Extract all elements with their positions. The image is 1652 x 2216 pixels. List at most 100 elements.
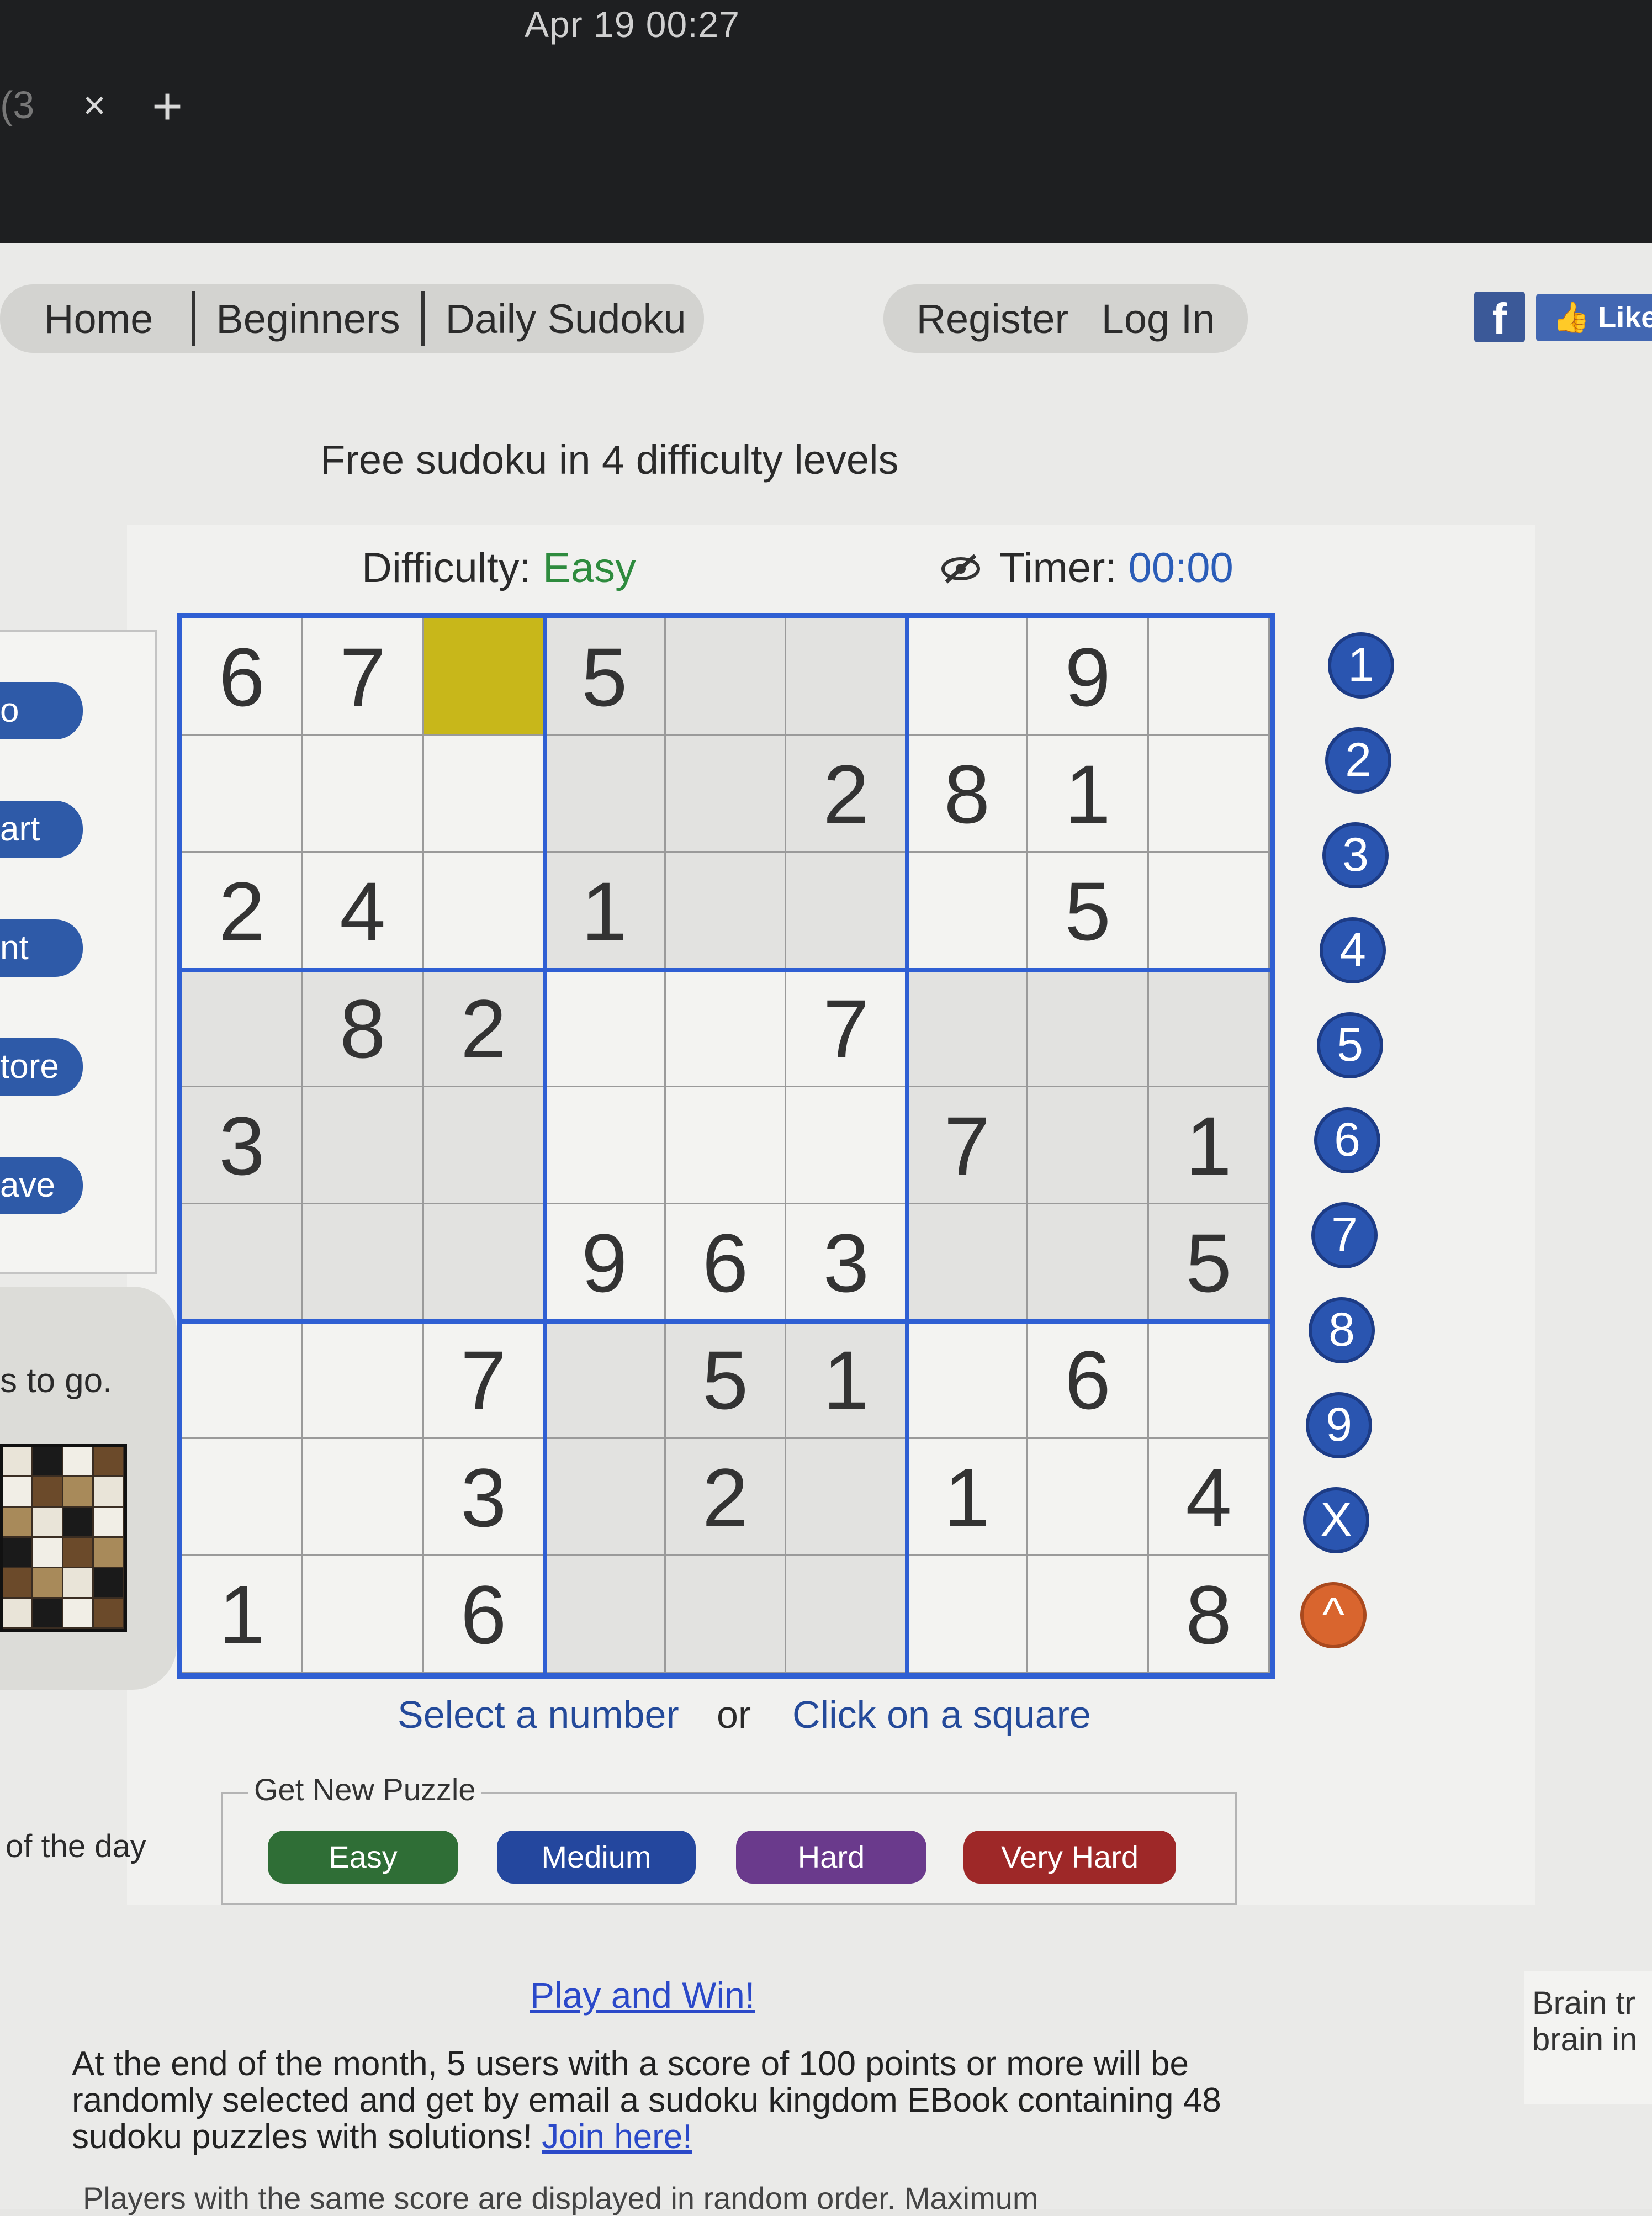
login-link[interactable]: Log In bbox=[1102, 295, 1215, 342]
new-puzzle-very-hard-button[interactable]: Very Hard bbox=[963, 1831, 1176, 1884]
sudoku-cell[interactable]: 1 bbox=[907, 1438, 1029, 1556]
sudoku-cell[interactable]: 9 bbox=[1028, 618, 1150, 736]
sudoku-cell[interactable] bbox=[423, 1204, 545, 1322]
sidebar-action-button[interactable]: art bbox=[0, 801, 83, 858]
number-6-button[interactable]: 6 bbox=[1314, 1107, 1380, 1173]
sudoku-cell[interactable]: 1 bbox=[1149, 1087, 1270, 1205]
sudoku-cell[interactable]: 7 bbox=[303, 618, 424, 736]
sudoku-cell[interactable] bbox=[544, 1321, 666, 1439]
number-2-button[interactable]: 2 bbox=[1325, 727, 1391, 794]
sidebar-action-button[interactable]: o bbox=[0, 682, 83, 739]
sudoku-cell[interactable] bbox=[1028, 970, 1150, 1087]
sudoku-cell[interactable] bbox=[544, 970, 666, 1087]
sudoku-cell[interactable] bbox=[1149, 736, 1270, 853]
sudoku-cell[interactable] bbox=[907, 970, 1029, 1087]
sudoku-cell[interactable]: 6 bbox=[1028, 1321, 1150, 1439]
register-link[interactable]: Register bbox=[917, 295, 1069, 342]
number-1-button[interactable]: 1 bbox=[1328, 632, 1394, 699]
sudoku-cell[interactable] bbox=[907, 1556, 1029, 1673]
sudoku-cell[interactable] bbox=[182, 736, 303, 853]
sudoku-cell[interactable] bbox=[423, 1087, 545, 1205]
sudoku-cell[interactable] bbox=[1149, 1321, 1270, 1439]
sudoku-cell[interactable] bbox=[303, 1321, 424, 1439]
sudoku-cell[interactable] bbox=[907, 853, 1029, 970]
sudoku-cell[interactable] bbox=[544, 736, 666, 853]
sudoku-cell[interactable]: 4 bbox=[303, 853, 424, 970]
sudoku-cell[interactable]: 5 bbox=[1149, 1204, 1270, 1322]
sudoku-cell[interactable] bbox=[665, 1556, 787, 1673]
sudoku-cell[interactable] bbox=[907, 1321, 1029, 1439]
new-puzzle-hard-button[interactable]: Hard bbox=[736, 1831, 926, 1884]
nav-beginners-link[interactable]: Beginners bbox=[216, 295, 400, 342]
sudoku-cell[interactable]: 7 bbox=[786, 970, 908, 1087]
number-4-button[interactable]: 4 bbox=[1320, 917, 1386, 983]
sudoku-cell[interactable]: 1 bbox=[1028, 736, 1150, 853]
number-8-button[interactable]: 8 bbox=[1309, 1297, 1375, 1363]
nav-home-link[interactable]: Home bbox=[44, 295, 153, 342]
browser-tab-title[interactable]: (3 bbox=[0, 83, 34, 127]
new-puzzle-easy-button[interactable]: Easy bbox=[268, 1831, 458, 1884]
sudoku-cell[interactable]: 7 bbox=[907, 1087, 1029, 1205]
hide-timer-eye-icon[interactable] bbox=[939, 552, 983, 585]
sudoku-cell[interactable] bbox=[907, 618, 1029, 736]
sudoku-cell[interactable]: 1 bbox=[182, 1556, 303, 1673]
sudoku-cell[interactable] bbox=[665, 736, 787, 853]
clear-cell-button[interactable]: X bbox=[1303, 1487, 1369, 1553]
sudoku-cell[interactable] bbox=[786, 1556, 908, 1673]
sudoku-cell[interactable] bbox=[665, 970, 787, 1087]
sudoku-cell[interactable]: 3 bbox=[182, 1087, 303, 1205]
sudoku-cell[interactable] bbox=[907, 1204, 1029, 1322]
sudoku-cell[interactable] bbox=[303, 1556, 424, 1673]
sudoku-cell[interactable]: 3 bbox=[423, 1438, 545, 1556]
sudoku-cell[interactable] bbox=[182, 970, 303, 1087]
number-5-button[interactable]: 5 bbox=[1317, 1012, 1383, 1078]
sidebar-action-button[interactable]: tore bbox=[0, 1038, 83, 1096]
sudoku-cell[interactable] bbox=[303, 1438, 424, 1556]
sudoku-cell[interactable]: 2 bbox=[786, 736, 908, 853]
sudoku-cell[interactable] bbox=[303, 1204, 424, 1322]
sudoku-cell[interactable] bbox=[665, 618, 787, 736]
number-7-button[interactable]: 7 bbox=[1311, 1202, 1378, 1268]
sudoku-cell[interactable]: 5 bbox=[665, 1321, 787, 1439]
sudoku-cell[interactable] bbox=[303, 1087, 424, 1205]
sudoku-cell[interactable] bbox=[423, 618, 545, 736]
sudoku-cell[interactable] bbox=[544, 1438, 666, 1556]
sudoku-cell[interactable] bbox=[1149, 970, 1270, 1087]
sudoku-cell[interactable] bbox=[665, 1087, 787, 1205]
sudoku-cell[interactable] bbox=[423, 853, 545, 970]
sudoku-cell[interactable] bbox=[544, 1087, 666, 1205]
sudoku-cell[interactable] bbox=[786, 1438, 908, 1556]
nav-daily-sudoku-link[interactable]: Daily Sudoku bbox=[446, 295, 686, 342]
sudoku-cell[interactable]: 6 bbox=[665, 1204, 787, 1322]
number-9-button[interactable]: 9 bbox=[1306, 1392, 1372, 1458]
sudoku-cell[interactable] bbox=[1028, 1556, 1150, 1673]
close-tab-icon[interactable]: × bbox=[83, 83, 106, 128]
sudoku-cell[interactable]: 6 bbox=[423, 1556, 545, 1673]
sudoku-cell[interactable]: 8 bbox=[303, 970, 424, 1087]
sudoku-cell[interactable] bbox=[665, 853, 787, 970]
sudoku-cell[interactable] bbox=[786, 618, 908, 736]
sudoku-cell[interactable]: 5 bbox=[544, 618, 666, 736]
join-here-link[interactable]: Join here! bbox=[542, 2118, 692, 2156]
sudoku-cell[interactable]: 2 bbox=[182, 853, 303, 970]
sudoku-cell[interactable] bbox=[303, 736, 424, 853]
sudoku-cell[interactable]: 5 bbox=[1028, 853, 1150, 970]
sudoku-cell[interactable]: 7 bbox=[423, 1321, 545, 1439]
sidebar-action-button[interactable]: ave bbox=[0, 1157, 83, 1214]
sudoku-cell[interactable]: 2 bbox=[665, 1438, 787, 1556]
new-tab-icon[interactable]: + bbox=[152, 76, 183, 137]
sudoku-cell[interactable]: 3 bbox=[786, 1204, 908, 1322]
sudoku-cell[interactable]: 1 bbox=[786, 1321, 908, 1439]
new-puzzle-medium-button[interactable]: Medium bbox=[497, 1831, 696, 1884]
sudoku-cell[interactable]: 1 bbox=[544, 853, 666, 970]
sudoku-cell[interactable] bbox=[182, 1204, 303, 1322]
sudoku-cell[interactable] bbox=[182, 1438, 303, 1556]
sudoku-cell[interactable] bbox=[1149, 618, 1270, 736]
sudoku-cell[interactable]: 8 bbox=[907, 736, 1029, 853]
sidebar-action-button[interactable]: nt bbox=[0, 919, 83, 977]
sudoku-cell[interactable]: 8 bbox=[1149, 1556, 1270, 1673]
sudoku-cell[interactable] bbox=[1028, 1204, 1150, 1322]
sudoku-cell[interactable] bbox=[1149, 853, 1270, 970]
sudoku-cell[interactable]: 6 bbox=[182, 618, 303, 736]
sudoku-cell[interactable] bbox=[1028, 1087, 1150, 1205]
